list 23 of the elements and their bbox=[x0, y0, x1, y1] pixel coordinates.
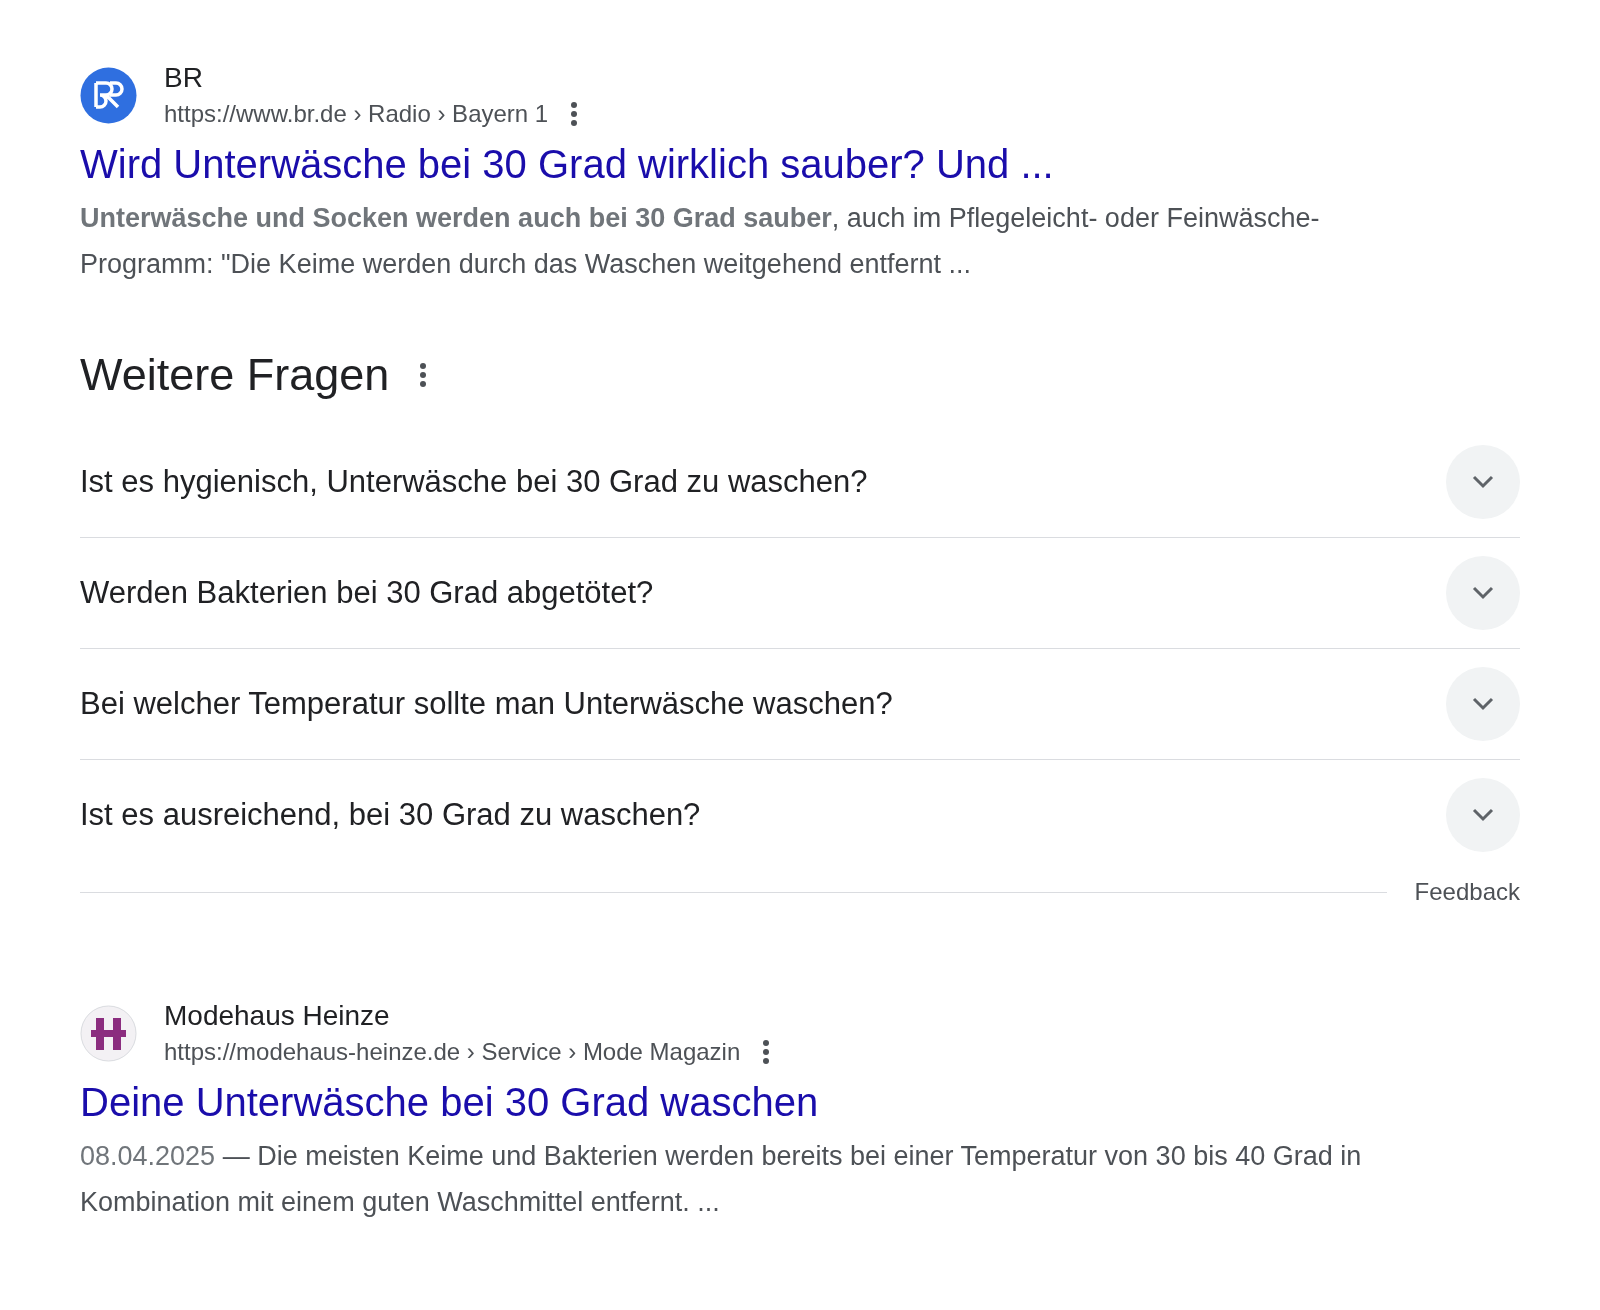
site-name: Modehaus Heinze bbox=[164, 1000, 391, 1032]
more-options-icon[interactable] bbox=[419, 362, 428, 388]
question-text[interactable]: Werden Bakterien bei 30 Grad abgetötet? bbox=[80, 575, 654, 611]
logo-icon bbox=[80, 1004, 137, 1062]
logo-icon bbox=[80, 66, 137, 124]
feedback-link[interactable]: Feedback bbox=[1414, 878, 1520, 906]
question-text[interactable]: Ist es hygienisch, Unterwäsche bei 30 Grad zu waschen? bbox=[80, 464, 868, 500]
breadcrumb-url: https://www.br.de › Radio › Bayern 1 bbox=[164, 100, 549, 128]
result-title-link[interactable]: Deine Unterwäsche bei 30 Grad waschen bbox=[80, 1080, 819, 1125]
more-options-icon[interactable] bbox=[762, 1039, 771, 1065]
question-text[interactable]: Bei welcher Temperatur sollte man Unterwäsche waschen? bbox=[80, 686, 893, 722]
result-snippet: 08.04.2025 — Die meisten Keime und Bakterien werden bereits bei einer Temperatur von 30 bis 40 Grad in Kombination mit einem guten Waschmittel entfernt. ... bbox=[80, 1140, 1363, 1219]
chevron-icon bbox=[1471, 696, 1495, 712]
chevron-icon bbox=[1471, 807, 1495, 823]
breadcrumb-url: https://modehaus-heinze.de › Service › Mode Magazin bbox=[164, 1038, 741, 1066]
result-snippet: Unterwäsche und Socken werden auch bei 30 Grad sauber, auch im Pflegeleicht- oder Feinwäsche-Programm: "Die Keime werden durch das Waschen weitgehend entfernt ... bbox=[80, 202, 1321, 281]
site-name: BR bbox=[164, 62, 204, 94]
chevron-icon bbox=[1471, 585, 1495, 601]
result-title-link[interactable]: Wird Unterwäsche bei 30 Grad wirklich sauber? Und ... bbox=[80, 142, 1054, 187]
more-options-icon[interactable] bbox=[570, 101, 579, 127]
question-text[interactable]: Ist es ausreichend, bei 30 Grad zu waschen? bbox=[80, 797, 701, 833]
section-heading: Weitere Fragen bbox=[80, 349, 390, 401]
chevron-icon bbox=[1471, 474, 1495, 490]
